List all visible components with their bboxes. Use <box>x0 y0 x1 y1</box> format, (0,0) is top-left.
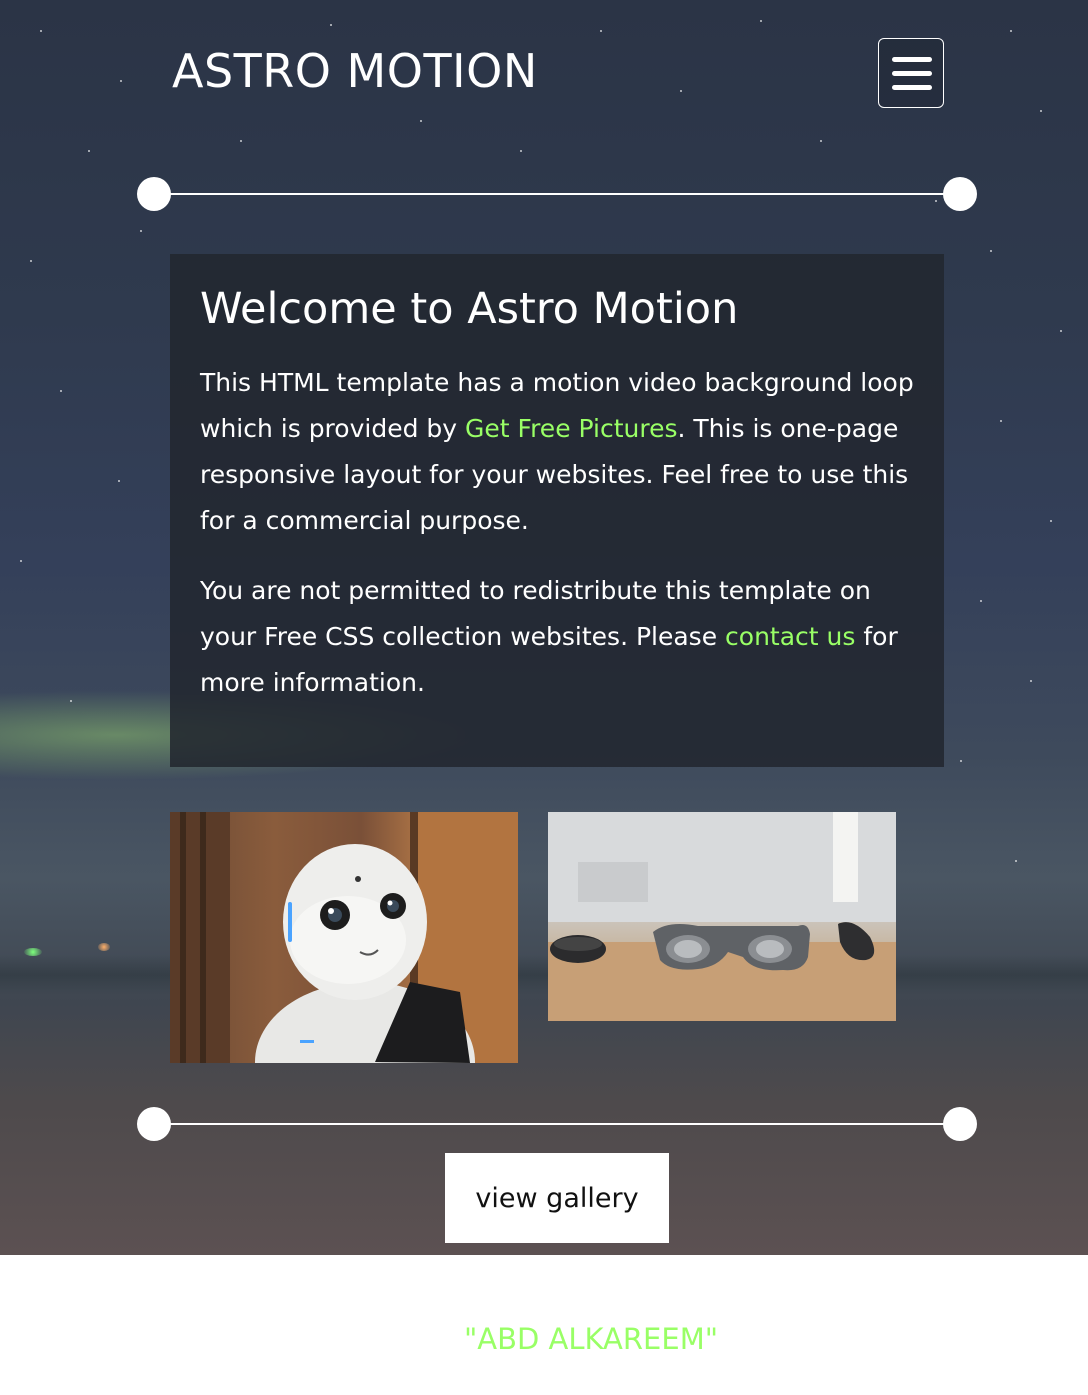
star <box>70 700 72 702</box>
bottom-divider <box>137 1107 977 1141</box>
star <box>520 150 522 152</box>
star <box>240 140 242 142</box>
star <box>88 150 90 152</box>
orange-light <box>98 943 110 951</box>
welcome-paragraph-1: This HTML template has a motion video ba… <box>200 360 914 544</box>
star <box>30 260 32 262</box>
divider-dot-left <box>137 177 171 211</box>
divider-dot-right <box>943 177 977 211</box>
star <box>1030 680 1032 682</box>
divider-line <box>153 1123 961 1125</box>
star <box>330 24 332 26</box>
divider-dot-right <box>943 1107 977 1141</box>
get-free-pictures-link[interactable]: Get Free Pictures <box>465 414 678 443</box>
robot-photo <box>170 812 518 1063</box>
star <box>980 600 982 602</box>
hamburger-menu-icon <box>892 57 932 62</box>
star <box>680 90 682 92</box>
star <box>118 480 120 482</box>
contact-us-link[interactable]: contact us <box>725 622 855 651</box>
sea-horizon <box>0 955 1088 995</box>
ar-headset-photo <box>548 812 896 1021</box>
star <box>1040 110 1042 112</box>
view-gallery-button[interactable]: view gallery <box>445 1153 669 1243</box>
robot-illustration <box>170 812 518 1063</box>
welcome-paragraph-2: You are not permitted to redistribute th… <box>200 568 914 706</box>
star <box>760 20 762 22</box>
star <box>140 230 142 232</box>
star <box>1000 420 1002 422</box>
star <box>1050 520 1052 522</box>
site-brand[interactable]: ASTRO MOTION <box>172 44 538 98</box>
hamburger-menu-button[interactable] <box>878 38 944 108</box>
star <box>1060 330 1062 332</box>
divider-dot-left <box>137 1107 171 1141</box>
star <box>20 560 22 562</box>
star <box>1015 860 1017 862</box>
star <box>820 140 822 142</box>
star <box>990 250 992 252</box>
hamburger-menu-icon <box>892 85 932 90</box>
welcome-title: Welcome to Astro Motion <box>200 284 739 334</box>
ar-headset-illustration <box>548 812 896 1021</box>
top-divider <box>137 177 977 211</box>
hamburger-menu-icon <box>892 71 932 76</box>
green-light <box>24 948 42 956</box>
star <box>60 390 62 392</box>
star <box>600 30 602 32</box>
star <box>960 760 962 762</box>
star <box>120 80 122 82</box>
divider-line <box>153 193 961 195</box>
welcome-panel: Welcome to Astro Motion This HTML templa… <box>170 254 944 767</box>
star <box>1010 30 1012 32</box>
star <box>420 120 422 122</box>
star <box>40 30 42 32</box>
footer-author-name: "ABD ALKAREEM" <box>463 1322 719 1356</box>
